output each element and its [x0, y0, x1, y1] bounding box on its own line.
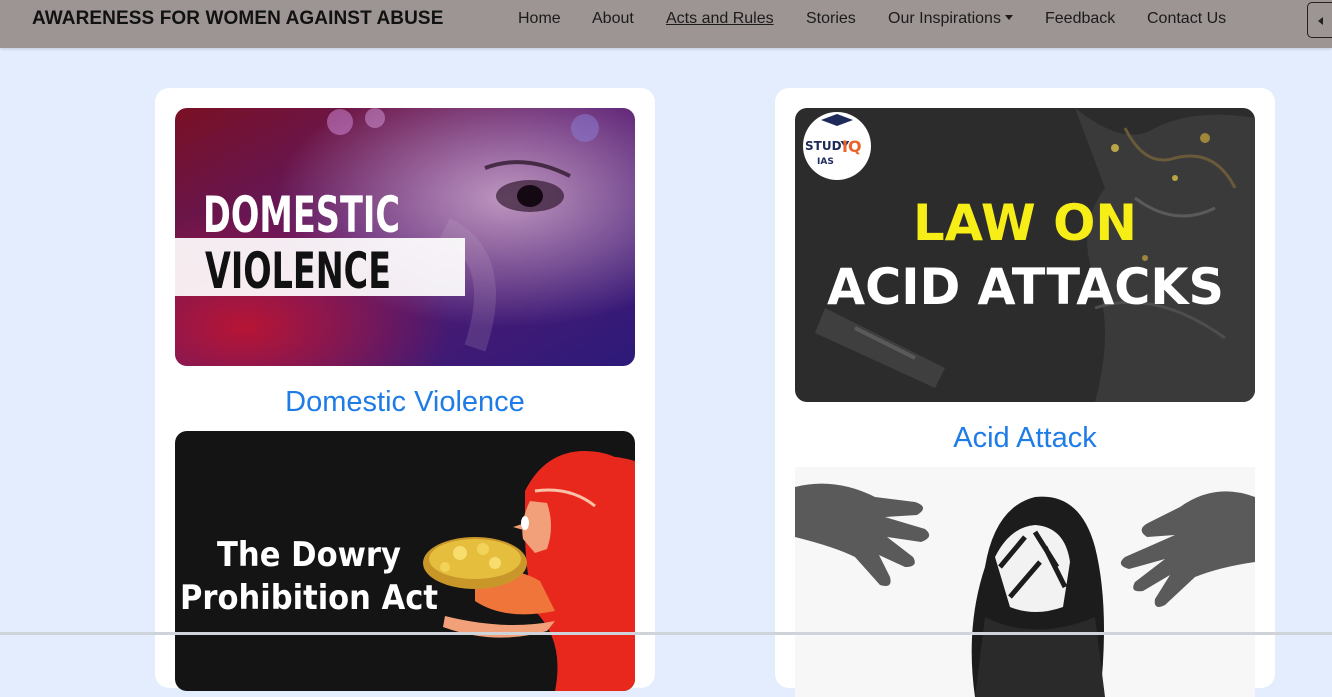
- dowry-act-image[interactable]: The Dowry Prohibition Act: [175, 431, 635, 691]
- abuse-illustration-image[interactable]: [795, 467, 1255, 697]
- domestic-violence-link[interactable]: Domestic Violence: [155, 386, 655, 419]
- card-domestic-violence: DOMESTIC VIOLENCE Domestic Violence The …: [155, 88, 655, 691]
- brand-title[interactable]: AWARENESS FOR WOMEN AGAINST ABUSE: [32, 8, 443, 30]
- nav-feedback[interactable]: Feedback: [1045, 10, 1115, 28]
- nav-about[interactable]: About: [592, 10, 634, 28]
- nav-stories[interactable]: Stories: [806, 10, 856, 28]
- nav-our-inspirations-label: Our Inspirations: [888, 10, 1001, 27]
- caret-down-icon: [1004, 15, 1013, 20]
- dv-image-text-2: VIOLENCE: [205, 242, 391, 300]
- logo-text-ias: IAS: [817, 157, 834, 167]
- acid-image-text-2: ACID ATTACKS: [827, 258, 1224, 316]
- acid-attack-image[interactable]: STUDY IQ IAS LAW ON ACID ATTACKS: [795, 108, 1255, 402]
- dowry-act-art: The Dowry Prohibition Act: [175, 431, 635, 691]
- nav-contact-us[interactable]: Contact Us: [1147, 10, 1226, 28]
- dowry-image-text-1: The Dowry: [217, 535, 401, 575]
- nav-acts-and-rules[interactable]: Acts and Rules: [666, 10, 774, 28]
- nav-home[interactable]: Home: [518, 10, 561, 28]
- logo-text-iq: IQ: [842, 137, 862, 156]
- domestic-violence-art: DOMESTIC VIOLENCE: [175, 108, 635, 366]
- caret-left-icon: [1318, 17, 1323, 25]
- nav-our-inspirations-dropdown[interactable]: Our Inspirations: [888, 10, 1013, 28]
- top-navbar: AWARENESS FOR WOMEN AGAINST ABUSE Home A…: [0, 0, 1332, 48]
- dowry-image-text-2: Prohibition Act: [180, 578, 438, 618]
- abuse-illustration-art: [795, 467, 1255, 697]
- acid-image-text-1: LAW ON: [913, 194, 1137, 252]
- domestic-violence-image[interactable]: DOMESTIC VIOLENCE: [175, 108, 635, 366]
- acid-attack-link[interactable]: Acid Attack: [775, 422, 1275, 455]
- card-acid-attack: STUDY IQ IAS LAW ON ACID ATTACKS Acid At…: [775, 88, 1275, 697]
- acid-attack-art: STUDY IQ IAS LAW ON ACID ATTACKS: [795, 108, 1255, 402]
- dv-image-text-1: DOMESTIC: [203, 186, 400, 244]
- sidebar-toggle-button[interactable]: [1307, 2, 1332, 38]
